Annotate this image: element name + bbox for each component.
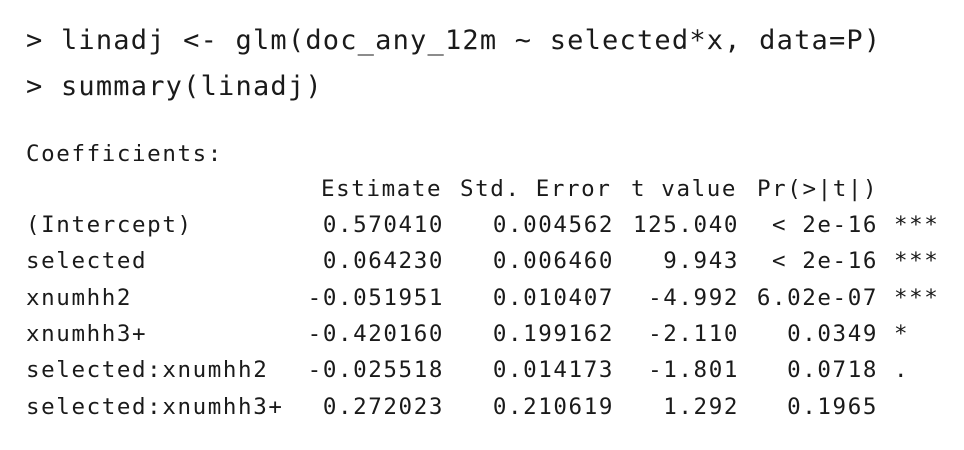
- coef-t-value: 125.040: [632, 212, 739, 238]
- coef-t-value: -1.801: [648, 357, 739, 383]
- header-estimate: Estimate: [321, 176, 443, 202]
- coefficients-title: Coefficients:: [26, 141, 223, 167]
- console-command-line: > linadj <- glm(doc_any_12m ~ selected*x…: [26, 24, 881, 58]
- coef-row-name: selected: [26, 248, 148, 274]
- coef-estimate: 0.272023: [322, 394, 444, 420]
- coef-p-value: < 2e-16: [771, 212, 878, 238]
- coef-std-error: 0.199162: [492, 321, 614, 347]
- coef-std-error: 0.210619: [492, 394, 614, 420]
- r-console-output: > linadj <- glm(doc_any_12m ~ selected*x…: [0, 0, 964, 450]
- coef-row-name: xnumhh2: [26, 285, 133, 311]
- coef-signif-code: ***: [894, 212, 940, 238]
- coef-p-value: < 2e-16: [771, 248, 878, 274]
- header-std-error: Std. Error: [460, 176, 612, 202]
- coef-p-value: 0.0718: [787, 357, 878, 383]
- coef-t-value: -4.992: [648, 285, 739, 311]
- coef-std-error: 0.006460: [492, 248, 614, 274]
- header-t-value: t value: [631, 176, 738, 202]
- coef-t-value: 1.292: [663, 394, 739, 420]
- coef-estimate: -0.420160: [307, 321, 444, 347]
- coef-row-name: selected:xnumhh3+: [26, 394, 284, 420]
- command-text: linadj <- glm(doc_any_12m ~ selected*x, …: [60, 25, 882, 56]
- coef-signif-code: ***: [894, 285, 940, 311]
- console-prompt: >: [26, 25, 44, 56]
- coef-t-value: -2.110: [648, 321, 739, 347]
- coef-p-value: 0.1965: [787, 394, 878, 420]
- coef-estimate: 0.570410: [322, 212, 444, 238]
- coef-estimate: -0.051951: [307, 285, 444, 311]
- coef-row-name: (Intercept): [26, 212, 193, 238]
- coef-signif-code: .: [894, 357, 910, 383]
- coef-row-name: selected:xnumhh2: [26, 357, 269, 383]
- coef-row-name: xnumhh3+: [26, 321, 148, 347]
- command-text: summary(linadj): [60, 71, 323, 102]
- coef-signif-code: ***: [894, 248, 940, 274]
- console-prompt: >: [26, 71, 44, 102]
- coef-std-error: 0.004562: [492, 212, 614, 238]
- coef-std-error: 0.014173: [492, 357, 614, 383]
- coef-t-value: 9.943: [663, 248, 739, 274]
- coef-p-value: 0.0349: [787, 321, 878, 347]
- coef-p-value: 6.02e-07: [756, 285, 878, 311]
- header-p-value: Pr(>|t|): [757, 176, 879, 202]
- console-command-line: > summary(linadj): [26, 70, 323, 104]
- coef-estimate: -0.025518: [307, 357, 444, 383]
- coef-signif-code: *: [894, 321, 910, 347]
- coef-std-error: 0.010407: [492, 285, 614, 311]
- coef-estimate: 0.064230: [322, 248, 444, 274]
